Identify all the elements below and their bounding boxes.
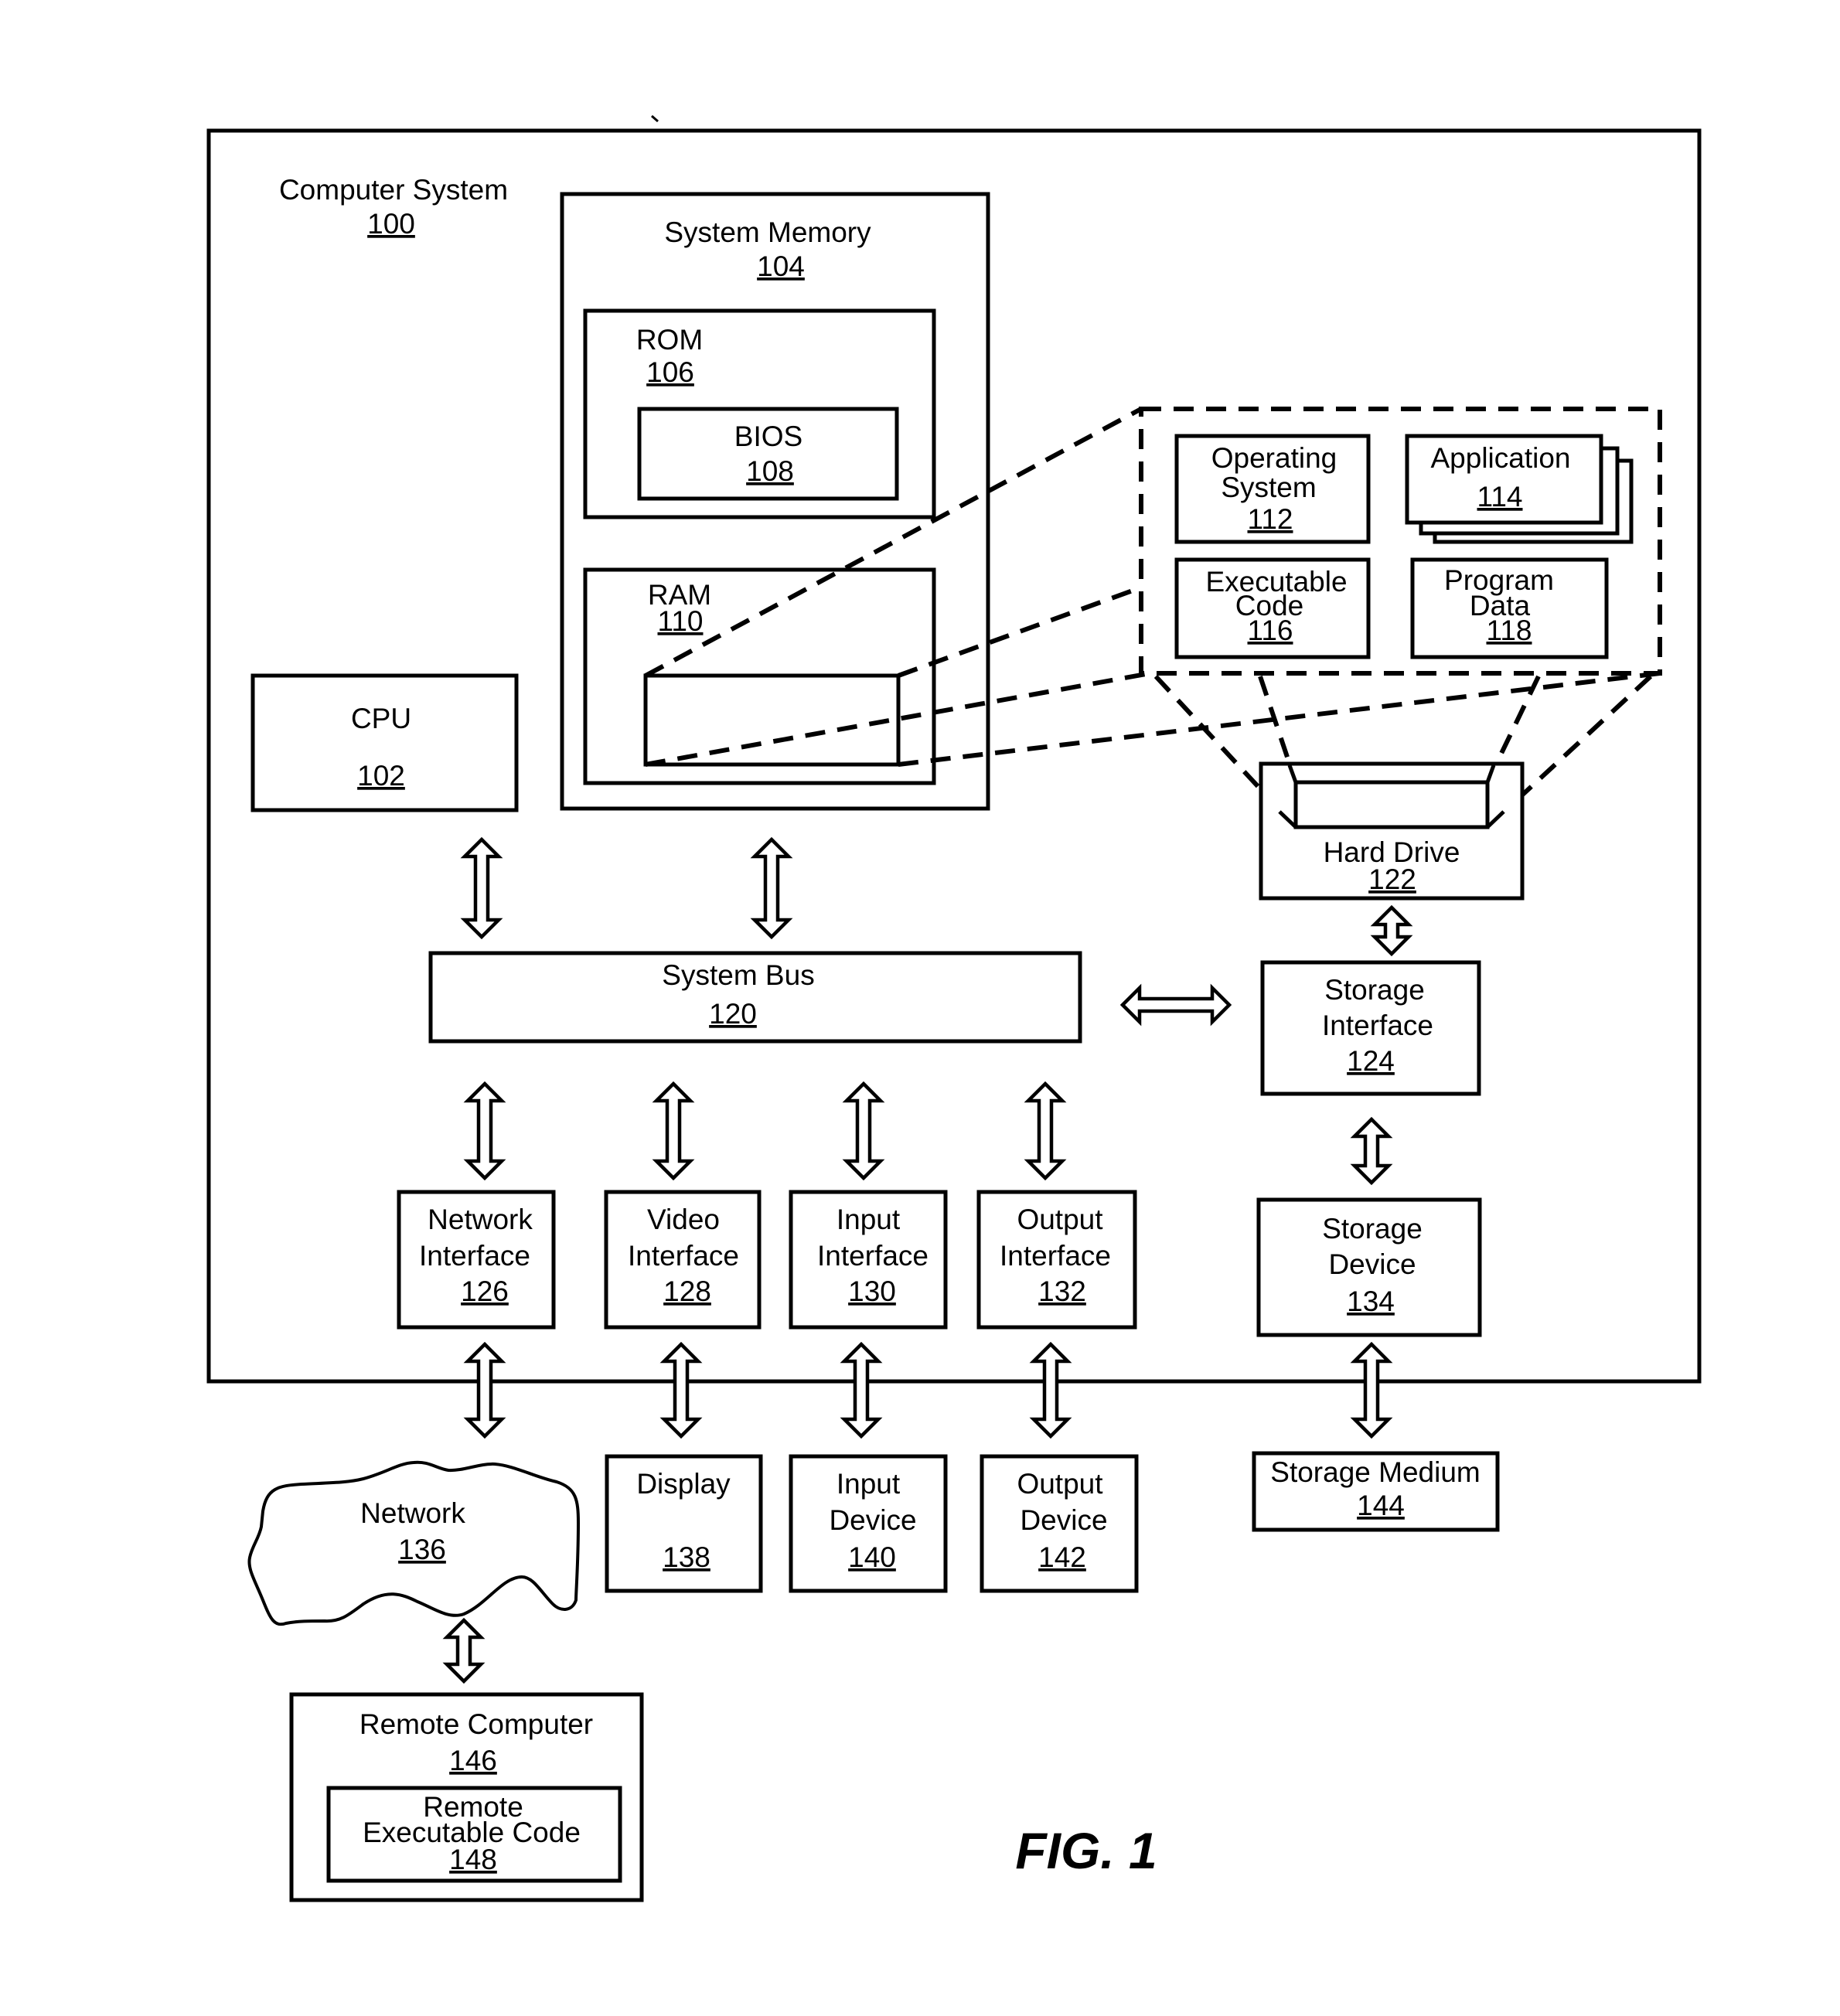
cpu-label: CPU xyxy=(351,703,411,734)
stray-mark xyxy=(651,114,659,123)
bios: BIOS 108 xyxy=(637,407,899,501)
storage-interface-label-line-2: Interface xyxy=(1322,1010,1433,1041)
ram-loaded-program-box xyxy=(643,673,901,767)
arrow-input-interface-to-input-device-icon xyxy=(840,1341,883,1439)
input-device-label-line-2: Device xyxy=(829,1504,916,1536)
computer-system-ref: 100 xyxy=(367,208,415,240)
storage-device: Storage Device 134 xyxy=(1256,1197,1482,1337)
network: Network 136 xyxy=(247,1460,581,1626)
input-interface-ref: 130 xyxy=(848,1275,896,1307)
application-label: Application xyxy=(1430,442,1570,474)
computer-system-label: Computer System xyxy=(279,174,508,206)
network-interface-label-line-1: Network xyxy=(428,1204,533,1235)
computer-system-diagram: Computer System 100 System Memory 104 RO… xyxy=(206,114,1702,1902)
application: Application 114 xyxy=(1405,434,1634,544)
hard-drive-platter xyxy=(1293,780,1490,829)
ram-ref: 110 xyxy=(658,605,704,637)
ram: RAM 110 xyxy=(583,567,936,785)
operating-system-ref: 112 xyxy=(1248,503,1293,535)
input-device-ref: 140 xyxy=(848,1541,896,1573)
output-device: Output Device 142 xyxy=(980,1454,1139,1593)
system-bus: System Bus 120 xyxy=(428,951,1082,1044)
video-interface: Video Interface 128 xyxy=(604,1190,762,1330)
input-interface: Input Interface 130 xyxy=(789,1190,948,1330)
storage-device-ref: 134 xyxy=(1347,1286,1395,1317)
storage-interface-ref: 124 xyxy=(1347,1045,1395,1077)
figure-caption: FIG. 1 xyxy=(1015,1822,1157,1879)
output-interface-ref: 132 xyxy=(1038,1275,1086,1307)
program-data-ref: 118 xyxy=(1487,615,1532,646)
network-interface: Network Interface 126 xyxy=(397,1190,556,1330)
operating-system-label-line-2: System xyxy=(1221,472,1316,503)
network-ref: 136 xyxy=(398,1534,446,1565)
cpu: CPU 102 xyxy=(250,673,519,812)
storage-medium-label: Storage Medium xyxy=(1270,1456,1480,1488)
rom-ref: 106 xyxy=(646,356,694,388)
output-device-label-line-1: Output xyxy=(1017,1468,1103,1500)
video-interface-label-line-2: Interface xyxy=(628,1240,739,1272)
video-interface-label-line-1: Video xyxy=(647,1204,720,1235)
arrow-network-interface-to-network-icon xyxy=(463,1341,506,1439)
storage-medium-ref: 144 xyxy=(1357,1490,1405,1521)
system-memory-ref: 104 xyxy=(757,250,805,282)
arrow-video-interface-to-display-icon xyxy=(659,1341,703,1439)
input-interface-label-line-2: Interface xyxy=(817,1240,929,1272)
cpu-ref: 102 xyxy=(357,760,405,792)
network-interface-label-line-2: Interface xyxy=(419,1240,530,1272)
arrow-network-to-remote-computer-icon xyxy=(442,1617,486,1684)
output-interface-label-line-2: Interface xyxy=(1000,1240,1111,1272)
arrow-output-interface-to-output-device-icon xyxy=(1029,1341,1072,1439)
operating-system-label-line-1: Operating xyxy=(1211,442,1337,474)
video-interface-ref: 128 xyxy=(663,1275,711,1307)
remote-computer-label: Remote Computer xyxy=(359,1708,593,1740)
executable-code-ref: 116 xyxy=(1248,615,1293,646)
storage-device-label-line-1: Storage xyxy=(1322,1213,1423,1245)
storage-interface-label-line-1: Storage xyxy=(1324,974,1425,1006)
system-bus-ref: 120 xyxy=(709,998,757,1030)
bios-ref: 108 xyxy=(746,455,794,487)
storage-interface: Storage Interface 124 xyxy=(1260,960,1481,1096)
storage-medium: Storage Medium 144 xyxy=(1252,1451,1500,1532)
remote-executable-code-ref: 148 xyxy=(449,1844,497,1875)
operating-system: Operating System 112 xyxy=(1174,434,1371,544)
storage-device-label-line-2: Device xyxy=(1328,1248,1416,1280)
hard-drive-ref: 122 xyxy=(1368,863,1416,895)
output-interface: Output Interface 132 xyxy=(976,1190,1137,1330)
network-interface-ref: 126 xyxy=(461,1275,509,1307)
program-data: Program Data 118 xyxy=(1410,557,1609,659)
hard-drive: Hard Drive 122 xyxy=(1259,761,1525,901)
output-device-ref: 142 xyxy=(1038,1541,1086,1573)
arrow-storage-device-to-storage-medium-icon xyxy=(1350,1341,1393,1439)
input-interface-label-line-1: Input xyxy=(837,1204,901,1235)
executable-code: Executable Code 116 xyxy=(1174,557,1371,659)
output-device-label-line-2: Device xyxy=(1020,1504,1107,1536)
application-ref: 114 xyxy=(1477,481,1523,513)
remote-computer-ref: 146 xyxy=(449,1745,497,1776)
output-interface-label-line-1: Output xyxy=(1017,1204,1103,1235)
display: Display 138 xyxy=(605,1454,763,1593)
display-ref: 138 xyxy=(663,1541,710,1573)
bios-label: BIOS xyxy=(734,421,802,452)
system-memory-label: System Memory xyxy=(664,216,871,248)
system-bus-label: System Bus xyxy=(662,959,814,991)
rom-label: ROM xyxy=(636,324,703,356)
remote-computer: Remote Computer 146 Remote Executable Co… xyxy=(289,1692,644,1902)
display-label: Display xyxy=(636,1468,731,1500)
input-device: Input Device 140 xyxy=(789,1454,948,1593)
input-device-label-line-1: Input xyxy=(837,1468,901,1500)
network-label: Network xyxy=(360,1497,465,1529)
